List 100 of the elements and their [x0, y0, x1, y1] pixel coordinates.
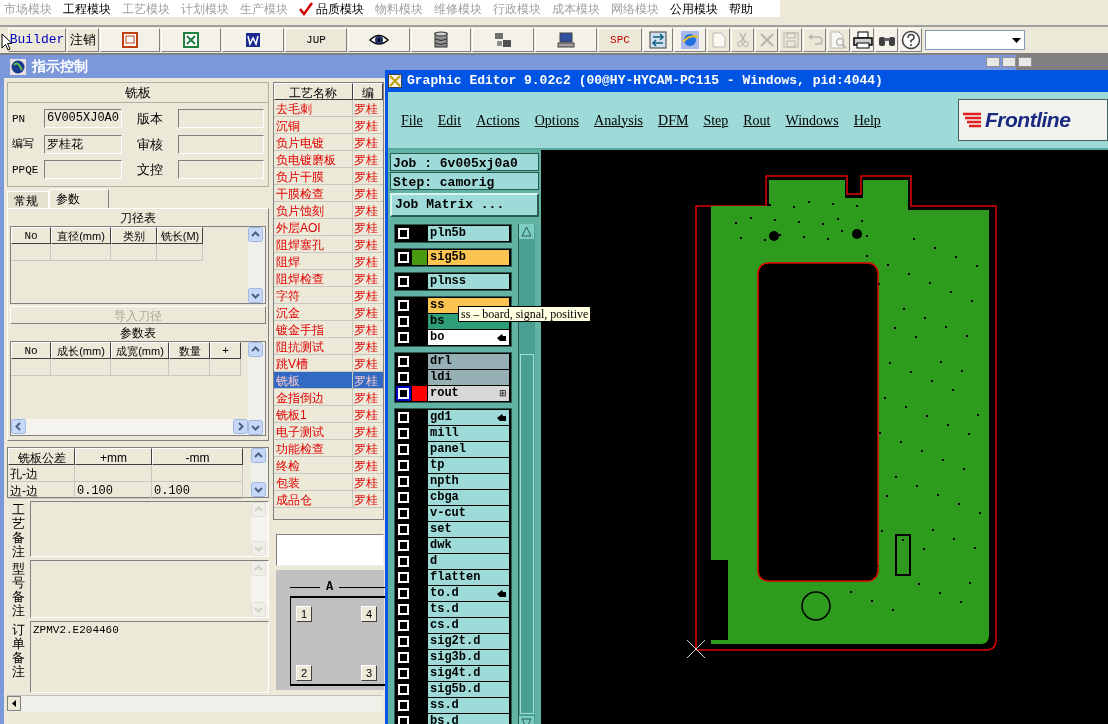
layer-checkbox[interactable] [396, 538, 411, 553]
builder-button[interactable]: Builder [8, 28, 66, 52]
layer-name[interactable]: ts.d [428, 602, 510, 617]
toolbar-button[interactable] [875, 28, 898, 52]
scroll-up-icon[interactable] [251, 501, 266, 517]
column-header[interactable]: 铣板公差 [8, 447, 75, 465]
layer-name[interactable]: plnss [428, 274, 510, 289]
scroll-up-icon[interactable] [251, 560, 266, 576]
input-field[interactable] [178, 134, 264, 154]
layer-checkbox[interactable] [396, 634, 411, 649]
column-header[interactable]: No [11, 341, 51, 359]
layer-checkbox[interactable] [396, 618, 411, 633]
toolbar-button[interactable] [899, 28, 922, 52]
layer-name[interactable]: v-cut [428, 506, 510, 521]
menu-item[interactable]: Actions [476, 109, 520, 131]
layer-checkbox[interactable] [396, 698, 411, 713]
column-header[interactable]: + [210, 341, 241, 359]
panel-button[interactable]: 2 [296, 665, 312, 681]
maximize-button[interactable] [1002, 57, 1016, 67]
table-row[interactable]: 铣板1 罗桂 [274, 406, 383, 423]
table-row[interactable]: 镀金手指 罗桂 [274, 321, 383, 338]
column-header[interactable]: 编 [352, 83, 383, 100]
table-row[interactable]: 干膜检查 罗桂 [274, 185, 383, 202]
layer-checkbox[interactable] [396, 522, 411, 537]
table-row[interactable]: 包装 罗桂 [274, 474, 383, 491]
input-field[interactable] [44, 160, 122, 180]
column-header[interactable]: 类别 [111, 226, 157, 244]
table-row[interactable]: 成品仓 罗桂 [274, 491, 383, 508]
toolbar-button[interactable] [222, 28, 284, 52]
layer-checkbox[interactable] [396, 490, 411, 505]
layer-name[interactable]: npth [428, 474, 510, 489]
layer-checkbox[interactable] [396, 650, 411, 665]
menu-item[interactable]: Help [853, 109, 881, 131]
column-header[interactable]: No [11, 226, 51, 244]
panel-button[interactable]: 3 [361, 665, 377, 681]
table-row[interactable]: 负片蚀刻 罗桂 [274, 202, 383, 219]
menu-item[interactable]: Edit [437, 109, 462, 131]
table-row[interactable]: 阻焊塞孔 罗桂 [274, 236, 383, 253]
table-row[interactable]: 沉金 罗桂 [274, 304, 383, 321]
layer-checkbox[interactable] [396, 554, 411, 569]
table-row[interactable]: 金指倒边 罗桂 [274, 389, 383, 406]
toolbar-button[interactable]: 注销 [67, 28, 99, 52]
column-header[interactable]: 数量 [169, 341, 210, 359]
column-header[interactable]: 成长(mm) [51, 341, 111, 359]
layer-name[interactable]: sig3b.d [428, 650, 510, 665]
layer-checkbox[interactable] [396, 274, 411, 289]
layer-name[interactable]: cbga [428, 490, 510, 505]
toolbar-button[interactable] [851, 28, 874, 52]
table-row[interactable]: 功能检查 罗桂 [274, 440, 383, 457]
minimize-button[interactable] [986, 57, 1000, 67]
layer-checkbox[interactable] [396, 458, 411, 473]
layer-checkbox[interactable] [396, 386, 411, 401]
close-button[interactable] [1018, 57, 1032, 67]
table-row[interactable]: 去毛刺 罗桂 [274, 100, 383, 117]
layer-checkbox[interactable] [396, 330, 411, 345]
table-row[interactable]: 阻焊检查 罗桂 [274, 270, 383, 287]
layer-name[interactable]: flatten [428, 570, 510, 585]
scrollbar[interactable] [248, 341, 265, 435]
menu-item[interactable]: File [401, 109, 423, 131]
layer-name[interactable]: bs.d [428, 714, 510, 724]
menu-item[interactable]: 公用模块 [670, 0, 718, 18]
column-header[interactable]: 直径(mm) [51, 226, 111, 244]
scroll-up-icon[interactable] [251, 447, 266, 463]
toolbar-button[interactable]: JUP [285, 28, 347, 52]
menu-item[interactable]: Analysis [594, 109, 644, 131]
table-row[interactable]: 终检 罗桂 [274, 457, 383, 474]
scroll-left-icon[interactable] [7, 696, 21, 711]
layer-name[interactable]: sig5b [428, 250, 510, 265]
menu-item[interactable]: 帮助 [729, 0, 753, 18]
layer-name[interactable]: rout ⊞ [428, 386, 510, 401]
menu-item[interactable]: Options [534, 109, 580, 131]
layer-name[interactable]: sig4t.d [428, 666, 510, 681]
text-area[interactable]: ZPMV2.E204460 [30, 620, 269, 693]
layer-name[interactable]: dwk [428, 538, 510, 553]
input-field[interactable] [178, 160, 264, 180]
scroll-down-icon[interactable] [251, 481, 266, 497]
scroll-down-icon[interactable] [248, 287, 263, 303]
table-row[interactable]: 阻抗测试 罗桂 [274, 338, 383, 355]
layer-name[interactable]: drl [428, 354, 510, 369]
dropdown-field[interactable] [925, 30, 1025, 50]
toolbar-button[interactable] [348, 28, 410, 52]
scrollbar[interactable] [251, 560, 268, 617]
scroll-down-icon[interactable] [248, 419, 263, 435]
layer-name[interactable]: mill [428, 426, 510, 441]
input-field[interactable] [178, 109, 264, 129]
tab[interactable]: 参数 [49, 188, 109, 208]
layer-name[interactable]: sig2t.d [428, 634, 510, 649]
layer-name[interactable]: panel [428, 442, 510, 457]
layer-checkbox[interactable] [396, 370, 411, 385]
menu-item[interactable]: Step [703, 109, 729, 131]
toolbar-button[interactable] [643, 28, 673, 52]
layer-name[interactable]: tp [428, 458, 510, 473]
toolbar-button[interactable] [472, 28, 534, 52]
column-header[interactable]: 铣长(M) [157, 226, 203, 244]
layer-name[interactable]: to.d [428, 586, 510, 601]
scroll-right-icon[interactable] [233, 419, 248, 434]
layer-checkbox[interactable] [396, 586, 411, 601]
toolbar-button[interactable] [535, 28, 597, 52]
table-row[interactable]: 负片电镀 罗桂 [274, 134, 383, 151]
scrollbar[interactable] [251, 447, 268, 497]
